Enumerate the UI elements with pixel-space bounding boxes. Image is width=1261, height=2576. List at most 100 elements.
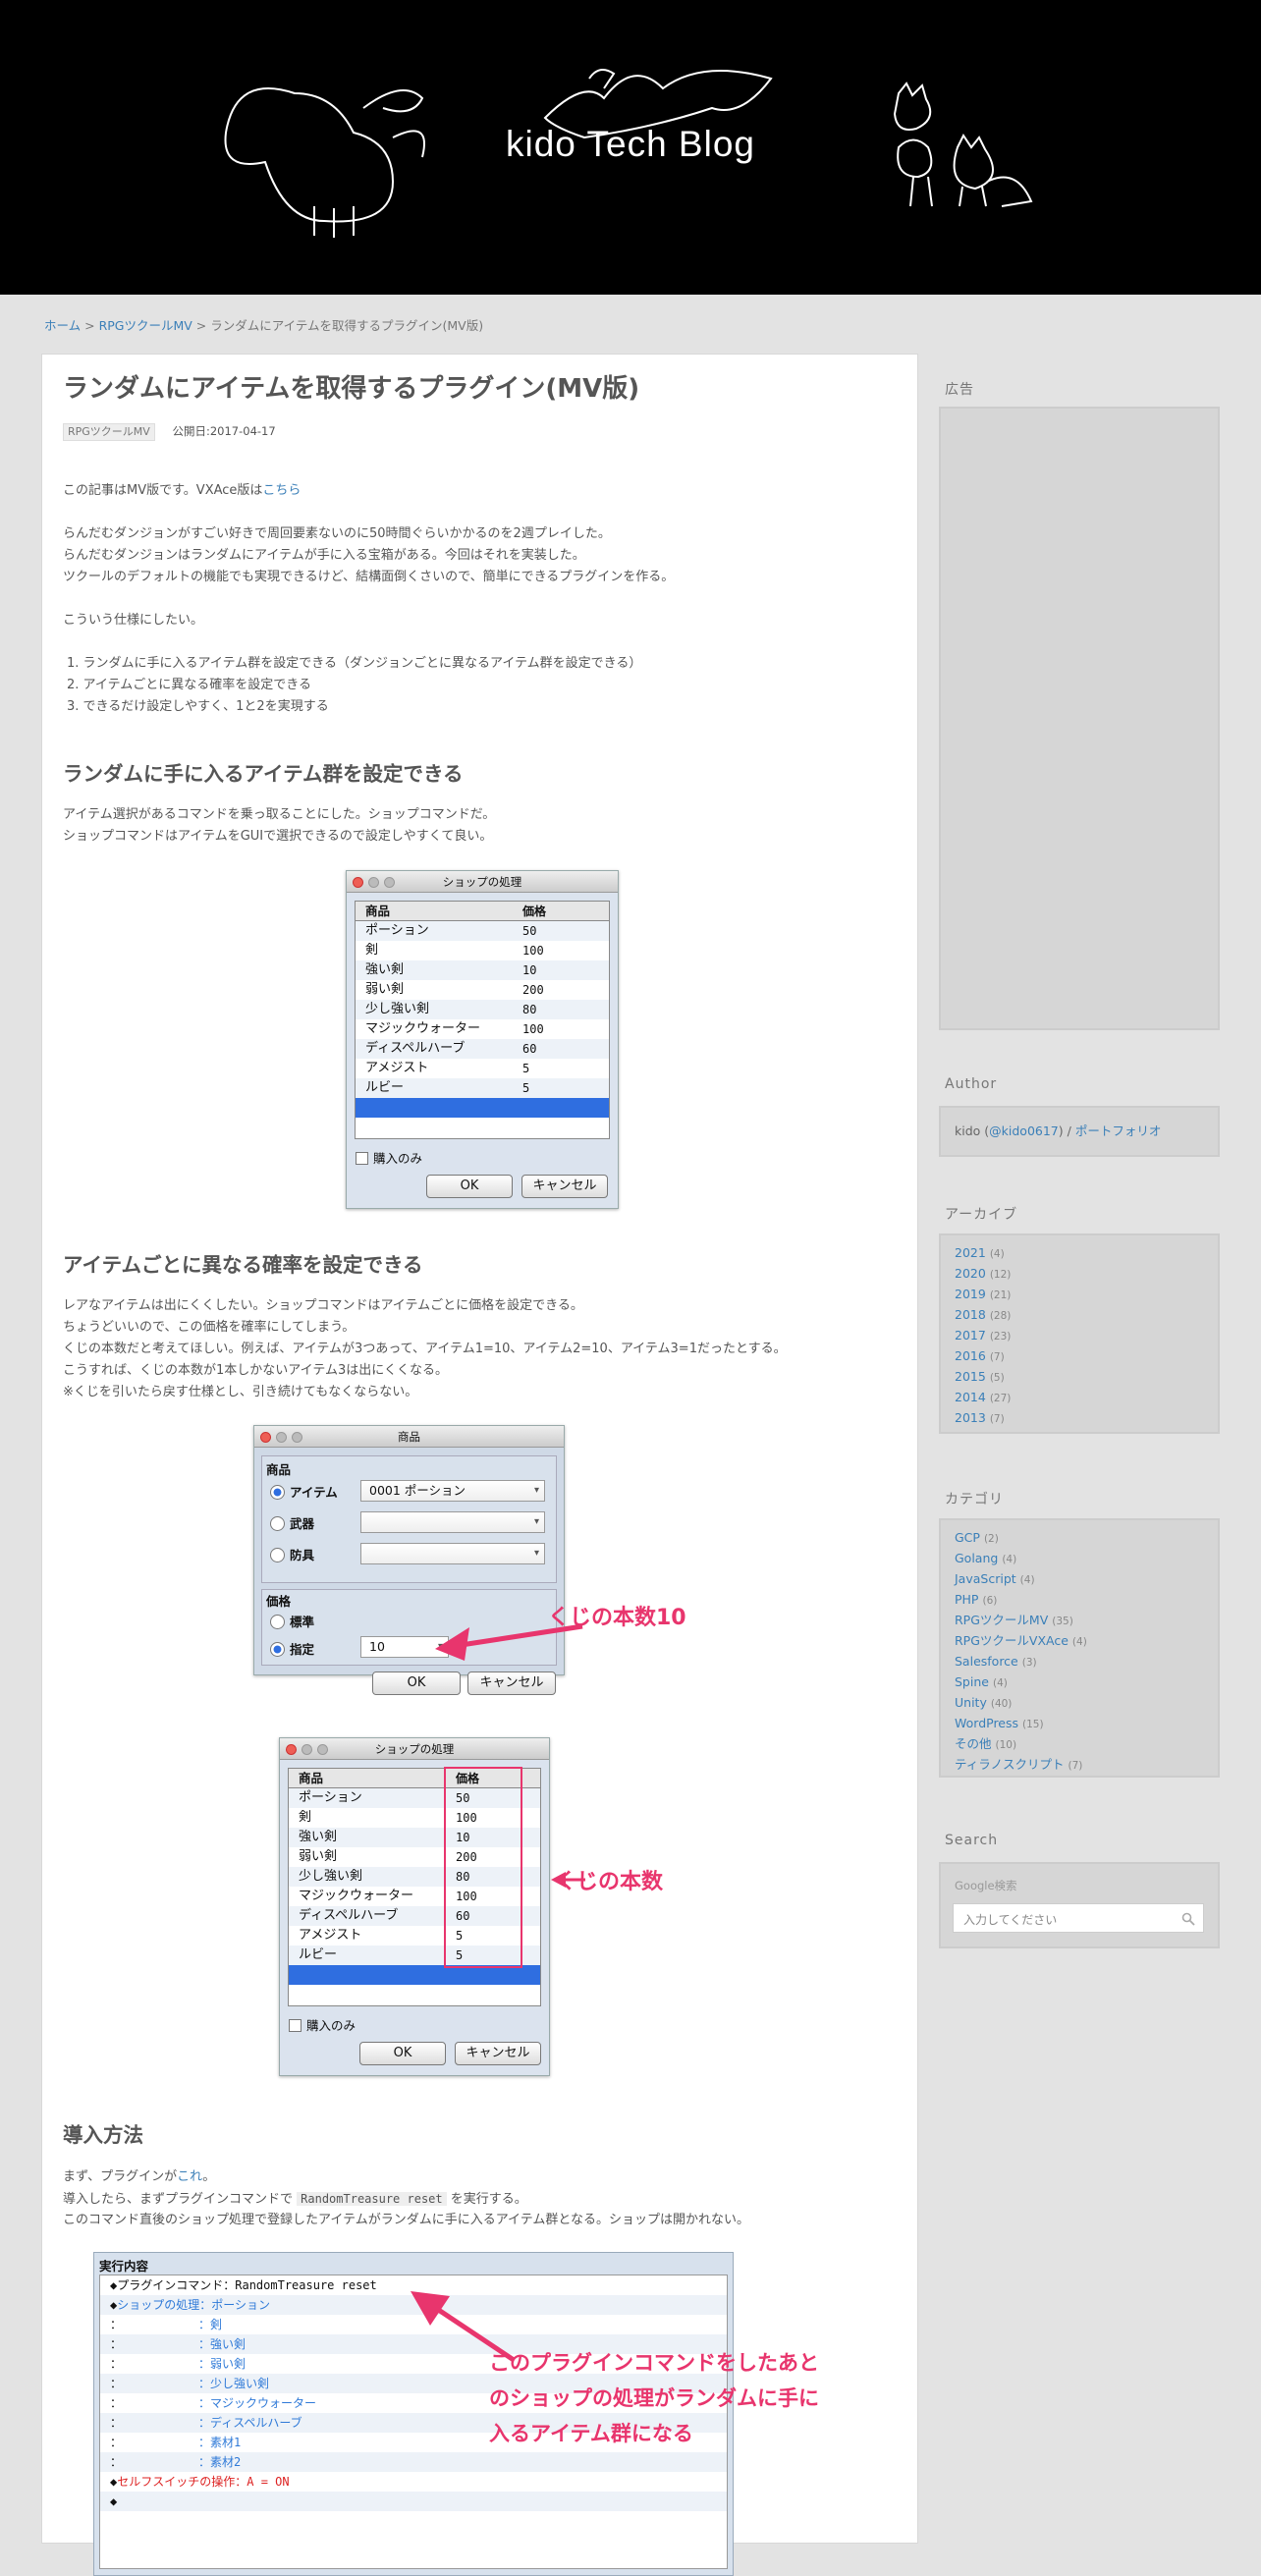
highlight-box [444, 1767, 522, 1968]
buy-only-checkbox: 購入のみ [356, 1148, 422, 1167]
article: ランダムにアイテムを取得するプラグイン(MV版) RPGツクールMV 公開日:2… [41, 354, 918, 2576]
archive-item[interactable]: 2017 (23) [955, 1326, 1204, 1346]
command-line: ◆ [100, 2492, 727, 2511]
category-item[interactable]: PHP (6) [955, 1590, 1204, 1611]
table-row: 少し強い剣 80 [356, 1000, 609, 1019]
section-heading: アイテムごとに異なる確率を設定できる [63, 1253, 423, 1277]
ok-button: OK [426, 1175, 513, 1198]
shop-dialog-screenshot-2: ショップの処理 商品 価格 ポーション 50 剣 100 強い剣 10 弱い剣 200 少… [279, 1737, 550, 2076]
vxace-link[interactable]: こちら [262, 483, 301, 498]
breadcrumb-current: ランダムにアイテムを取得するプラグイン(MV版) [210, 318, 484, 333]
selected-empty-row [356, 1098, 609, 1118]
category-item[interactable]: Spine (4) [955, 1672, 1204, 1693]
publish-date: 公開日:2017-04-17 [172, 424, 276, 438]
table-row: マジックウォーター 100 [365, 1021, 544, 1036]
paragraph: こういう仕様にしたい。 [63, 613, 204, 628]
category-item[interactable]: RPGツクールMV (35) [955, 1611, 1204, 1631]
paragraph: ちょうどいいので、この価格を確率にしてしまう。 [63, 1320, 356, 1335]
table-row: ディスペルハーブ 60 [356, 1039, 609, 1059]
table-row: 弱い剣 200 [365, 982, 544, 997]
intro-text: この記事はMV版です。VXAce版は [63, 483, 263, 498]
paragraph: らんだむダンジョンがすごい好きで周回要素ないのに50時間ぐらいかかるのを2週プレ… [63, 526, 611, 541]
paragraph: このコマンド直後のショップ処理で登録したアイテムがランダムに手に入るアイテム群と… [63, 2213, 750, 2227]
section-heading: 導入方法 [63, 2123, 143, 2147]
category-item[interactable]: WordPress (15) [955, 1714, 1204, 1734]
table-row: 強い剣 10 [356, 960, 609, 980]
paragraph: ※くじを引いたら戻す仕様とし、引き続けてもなくならない。 [63, 1385, 418, 1399]
category-item[interactable]: その他 (10) [955, 1734, 1204, 1755]
paragraph: らんだむダンジョンはランダムにアイテムが手に入る宝箱がある。今回はそれを実装した… [63, 548, 585, 563]
category-tag[interactable]: RPGツクールMV [63, 423, 155, 441]
dialog-title: ショップの処理 [442, 875, 522, 889]
command-line: ◆セルフスイッチの操作：A = ON [110, 2475, 290, 2489]
paragraph: ショップコマンドはアイテムをGUIで選択できるので設定しやすくて良い。 [63, 829, 493, 844]
paragraph: まず、プラグインが [63, 2169, 178, 2184]
category-item[interactable]: Salesforce (3) [955, 1652, 1204, 1672]
archive-item[interactable]: 2013 (7) [955, 1408, 1204, 1429]
paragraph: アイテム選択があるコマンドを乗っ取ることにした。ショップコマンドだ。 [63, 807, 496, 822]
section-heading: ランダムに手に入るアイテム群を設定できる [63, 762, 464, 786]
portfolio-link[interactable]: ポートフォリオ [1075, 1124, 1162, 1138]
category-item[interactable]: GCP (2) [955, 1528, 1204, 1549]
paragraph: くじの本数だと考えてほしい。例えば、アイテムが3つあって、アイテム1=10、アイ… [63, 1342, 787, 1356]
archive-item[interactable]: 2020 (12) [955, 1264, 1204, 1285]
inline-code: RandomTreasure reset [297, 2192, 447, 2206]
column-header: 価格 [522, 904, 547, 918]
annotation-note: このプラグインコマンドをしたあと のショップの処理がランダムに手に 入るアイテム群に… [489, 2351, 819, 2445]
search-heading: Search [945, 1833, 999, 1848]
breadcrumb: ホーム > RPGツクールMV > ランダムにアイテムを取得するプラグイン(MV… [44, 315, 483, 334]
category-item[interactable]: RPGツクールVXAce (4) [955, 1631, 1204, 1652]
column-header: 商品 [365, 904, 391, 918]
paragraph: ツクールのデフォルトの機能でも実現できるけど、結構面倒くさいので、簡単にできるプ… [63, 570, 675, 584]
breadcrumb-separator: > [192, 318, 211, 333]
spec-list-item: 1. ランダムに手に入るアイテム群を設定できる（ダンジョンごとに異なるアイテム群… [67, 656, 642, 671]
author-heading: Author [945, 1076, 998, 1092]
search-box: Google検索 入力してください [939, 1862, 1220, 1948]
google-search-label: Google検索 [955, 1879, 1017, 1892]
table-row: アメジスト 5 [365, 1061, 530, 1075]
archive-item[interactable]: 2019 (21) [955, 1285, 1204, 1305]
annotation-label: くじの本数 [555, 1870, 664, 1894]
author-box: kido (@kido0617) / ポートフォリオ [939, 1106, 1220, 1157]
archive-item[interactable]: 2016 (7) [955, 1346, 1204, 1367]
category-item[interactable]: JavaScript (4) [955, 1569, 1204, 1590]
breadcrumb-category[interactable]: RPGツクールMV [99, 318, 192, 333]
item-dropdown: 0001 ポーション [360, 1480, 545, 1502]
category-item[interactable]: Unity (40) [955, 1693, 1204, 1714]
table-row: ポーション 50 [356, 921, 609, 941]
weapon-dropdown [360, 1511, 545, 1533]
article-title: ランダムにアイテムを取得するプラグイン(MV版) [63, 374, 640, 404]
ad-placeholder [939, 407, 1220, 1030]
site-header: kido Tech Blog [0, 0, 1261, 295]
cancel-button: キャンセル [521, 1175, 608, 1198]
table-row: 剣 100 [365, 943, 544, 958]
category-item[interactable]: Golang (4) [955, 1549, 1204, 1569]
command-line: ： ：素材2 [100, 2452, 727, 2472]
plugin-link[interactable]: これ [177, 2169, 202, 2184]
spec-list-item: 2. アイテムごとに異なる確率を設定できる [67, 678, 311, 692]
archive-item[interactable]: 2014 (27) [955, 1388, 1204, 1408]
search-icon[interactable] [1181, 1912, 1195, 1926]
spec-list-item: 3. できるだけ設定しやすく、1と2を実現する [67, 699, 329, 714]
annotation-label: くじの本数10 [548, 1606, 686, 1630]
shop-dialog-screenshot: ショップの処理 商品 価格 ポーション 50 剣 100 強い剣 10 弱い剣 200 少… [346, 870, 619, 1209]
archive-item[interactable]: 2015 (5) [955, 1367, 1204, 1388]
shop-item-table: 商品 価格 ポーション 50 剣 100 強い剣 10 弱い剣 200 少し強い剣 80 マ… [355, 901, 610, 1139]
search-input[interactable]: 入力してください [953, 1903, 1204, 1933]
archive-item[interactable]: 2018 (28) [955, 1305, 1204, 1326]
category-item[interactable]: ティラノスクリプト (7) [955, 1755, 1204, 1776]
paragraph: レアなアイテムは出にくくしたい。ショップコマンドはアイテムごとに価格を設定できる… [63, 1298, 583, 1313]
archive-box: 2021 (4) 2020 (12) 2019 (21) 2018 (28) 2017 (23) 2… [939, 1233, 1220, 1434]
archive-item[interactable]: 2021 (4) [955, 1243, 1204, 1264]
armor-dropdown [360, 1543, 545, 1564]
twitter-link[interactable]: @kido0617 [989, 1124, 1059, 1138]
category-box: GCP (2) Golang (4) JavaScript (4) PHP (6) RPGツクー… [939, 1518, 1220, 1778]
paragraph: こうすれば、くじの本数が1本しかないアイテム3は出にくくなる。 [63, 1363, 448, 1378]
breadcrumb-separator: > [81, 318, 99, 333]
site-title[interactable]: kido Tech Blog [0, 124, 1261, 165]
breadcrumb-home[interactable]: ホーム [44, 318, 81, 333]
table-row: ルビー 5 [356, 1078, 609, 1098]
archive-heading: アーカイブ [945, 1207, 1018, 1223]
ad-heading: 広告 [945, 382, 974, 398]
category-heading: カテゴリ [945, 1492, 1004, 1507]
